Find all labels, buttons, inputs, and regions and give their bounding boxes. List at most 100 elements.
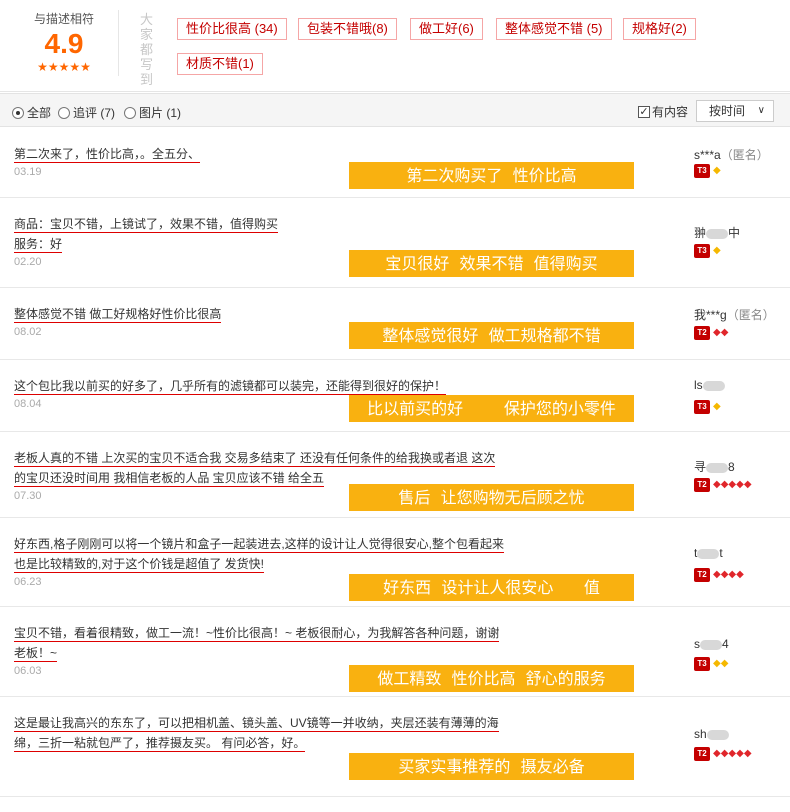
- reviewer-name[interactable]: 我***g（匿名）: [694, 306, 775, 323]
- highlight-banner: 售后 让您购物无后顾之忧: [349, 484, 634, 511]
- tag-packaging[interactable]: 包装不错哦(8): [298, 18, 397, 40]
- vip-level-icon: T3: [694, 400, 710, 414]
- red-heart-icon: ◆: [736, 748, 744, 759]
- score-value: 4.9: [44, 28, 84, 59]
- reviewer-name[interactable]: s4: [694, 637, 729, 651]
- highlight-banner: 做工精致 性价比高 舒心的服务: [349, 665, 634, 692]
- review-text-line: 整体感觉不错 做工好规格好性价比很高: [14, 304, 514, 324]
- highlight-banner: 买家实事推荐的 摄友必备: [349, 753, 634, 780]
- tag-material[interactable]: 材质不错(1): [177, 53, 263, 75]
- review-text-line: 这个包比我以前买的好多了，几乎所有的滤镜都可以装完，还能得到很好的保护！: [14, 376, 514, 396]
- review-text-content: 第二次来了，性价比高，。全五分、: [14, 147, 201, 163]
- review-date: 02.20: [14, 256, 42, 268]
- highlight-banner: 比以前买的好 保护您的小零件: [349, 395, 634, 422]
- review-text-content: 宝贝不错，看着很精致，做工一流！~性价比很高！~ 老板很耐心，为我解答各种问题，…: [14, 626, 500, 642]
- review-text-line: 老板！~: [14, 643, 514, 663]
- masked-name-blur: [706, 228, 729, 239]
- yellow-diamond-icon: ◆: [720, 658, 729, 669]
- red-heart-icon: ◆: [720, 479, 729, 490]
- reviewer-name[interactable]: sh: [694, 727, 729, 741]
- review-date: 08.02: [14, 326, 42, 338]
- review-text: 宝贝不错，看着很精致，做工一流！~性价比很高！~ 老板很耐心，为我解答各种问题，…: [14, 623, 514, 663]
- red-heart-icon: ◆: [720, 748, 729, 759]
- tag-overall[interactable]: 整体感觉不错 (5): [496, 18, 612, 40]
- review-text-line: 好东西,格子刚刚可以将一个镜片和盒子一起装进去,这样的设计让人觉得很安心,整个包…: [14, 534, 514, 554]
- reviewer-nick-tail: t: [719, 546, 723, 560]
- score-title: 与描述相符: [33, 12, 94, 26]
- buyer-level-badges: T3 ◆ ◆: [694, 657, 728, 671]
- red-heart-icon: ◆: [713, 748, 721, 759]
- review-text-content: 的宝贝还没时间用 我相信老板的人品 宝贝应该不错 给全五: [14, 471, 325, 487]
- radio-icon: [124, 106, 136, 119]
- review-item: 第二次来了，性价比高，。全五分、 03.19 第二次购买了 性价比高 s***a（匿名…: [0, 128, 790, 198]
- vip-level-icon: T3: [694, 164, 710, 178]
- reviewer-name[interactable]: ls: [694, 378, 725, 392]
- filter-pictures-radio[interactable]: 图片 (1): [124, 104, 181, 121]
- red-heart-icon: ◆: [728, 748, 737, 759]
- filter-bar: 全部 追评 (7) 图片 (1) ✓ 有内容 按时间 ∨: [0, 93, 790, 127]
- vip-level-icon: T2: [694, 478, 710, 492]
- reviewer-name[interactable]: 翀中: [694, 224, 740, 241]
- buyer-level-badges: T2 ◆ ◆ ◆ ◆ ◆: [694, 747, 752, 761]
- review-item: 这是最让我高兴的东东了，可以把相机盖、镜头盖、UV镜等一并收纳，夹层还装有薄薄的…: [0, 697, 790, 797]
- review-date: 06.03: [14, 665, 42, 677]
- vip-level-icon: T3: [694, 244, 710, 258]
- review-text: 整体感觉不错 做工好规格好性价比很高: [14, 304, 514, 324]
- review-date: 03.19: [14, 166, 42, 178]
- tag-spec[interactable]: 规格好(2): [623, 18, 696, 40]
- masked-name-blur: [706, 462, 729, 473]
- review-text-content: 商品：宝贝不错，上镜试了，效果不错，值得购买: [14, 217, 279, 233]
- buyer-level-badges: T3 ◆: [694, 244, 721, 258]
- review-date: 07.30: [14, 490, 42, 502]
- sort-dropdown[interactable]: 按时间 ∨: [696, 100, 774, 122]
- red-heart-icon: ◆: [720, 327, 729, 338]
- reviewer-nick: 我***g: [694, 308, 727, 322]
- has-content-checkbox[interactable]: ✓ 有内容: [638, 103, 688, 120]
- sort-label: 按时间: [709, 104, 746, 118]
- filter-followup-label: 追评 (7): [73, 106, 116, 120]
- review-text-line: 商品：宝贝不错，上镜试了，效果不错，值得购买: [14, 214, 514, 234]
- vip-level-icon: T2: [694, 747, 710, 761]
- red-heart-icon: ◆: [743, 748, 752, 759]
- review-item: 宝贝不错，看着很精致，做工一流！~性价比很高！~ 老板很耐心，为我解答各种问题，…: [0, 607, 790, 697]
- reviewer-nick-tail: 4: [722, 637, 729, 651]
- review-item: 商品：宝贝不错，上镜试了，效果不错，值得购买 服务：好 02.20 宝贝很好 效果不错…: [0, 198, 790, 288]
- review-text-content: 也是比较精致的,对于这个价钱是超值了 发货快!: [14, 557, 265, 573]
- red-heart-icon: ◆: [713, 479, 721, 490]
- highlight-banner: 宝贝很好 效果不错 值得购买: [349, 250, 634, 277]
- rating-summary: 与描述相符 4.9 ★★★★★ 大家都写到 性价比很高 (34) 包装不错哦(8…: [0, 0, 790, 92]
- tag-workmanship[interactable]: 做工好(6): [410, 18, 483, 40]
- anonymous-label: （匿名）: [726, 308, 775, 322]
- reviewer-nick-tail: 中: [728, 226, 741, 240]
- filter-pictures-label: 图片 (1): [139, 106, 182, 120]
- filter-all-radio[interactable]: 全部: [12, 104, 51, 121]
- reviewer-name[interactable]: s***a（匿名）: [694, 146, 769, 163]
- red-heart-icon: ◆: [720, 569, 729, 580]
- vip-level-icon: T2: [694, 568, 710, 582]
- buyer-level-badges: T2 ◆ ◆ ◆ ◆ ◆: [694, 478, 752, 492]
- highlight-banner: 整体感觉很好 做工规格都不错: [349, 322, 634, 349]
- review-text-content: 老板！~: [14, 646, 58, 662]
- red-heart-icon: ◆: [743, 479, 752, 490]
- tag-cost-effective[interactable]: 性价比很高 (34): [177, 18, 287, 40]
- review-date: 06.23: [14, 576, 42, 588]
- reviewer-nick: s***a: [694, 148, 721, 162]
- red-heart-icon: ◆: [728, 569, 737, 580]
- review-text-line: 第二次来了，性价比高，。全五分、: [14, 144, 514, 164]
- reviewer-name[interactable]: tt: [694, 546, 723, 560]
- highlight-banner: 第二次购买了 性价比高: [349, 162, 634, 189]
- review-text: 商品：宝贝不错，上镜试了，效果不错，值得购买 服务：好: [14, 214, 514, 254]
- review-text-line: 老板人真的不错 上次买的宝贝不适合我 交易多结束了 还没有任何条件的给我换或者退…: [14, 448, 514, 468]
- reviewer-nick: sh: [694, 727, 707, 741]
- review-text-content: 这是最让我高兴的东东了，可以把相机盖、镜头盖、UV镜等一并收纳，夹层还装有薄薄的…: [14, 716, 499, 732]
- reviewer-name[interactable]: 寻8: [694, 458, 735, 475]
- red-heart-icon: ◆: [713, 327, 721, 338]
- yellow-diamond-icon: ◆: [713, 165, 721, 176]
- review-text-line: 绵，三折一粘就包严了，推荐摄友买。 有问必答，好。: [14, 733, 514, 753]
- review-text: 老板人真的不错 上次买的宝贝不适合我 交易多结束了 还没有任何条件的给我换或者退…: [14, 448, 514, 488]
- review-date: 08.04: [14, 398, 42, 410]
- buyer-level-badges: T2 ◆ ◆: [694, 326, 728, 340]
- filter-followup-radio[interactable]: 追评 (7): [58, 104, 115, 121]
- buyer-level-badges: T3 ◆: [694, 400, 721, 414]
- radio-icon: [58, 106, 70, 119]
